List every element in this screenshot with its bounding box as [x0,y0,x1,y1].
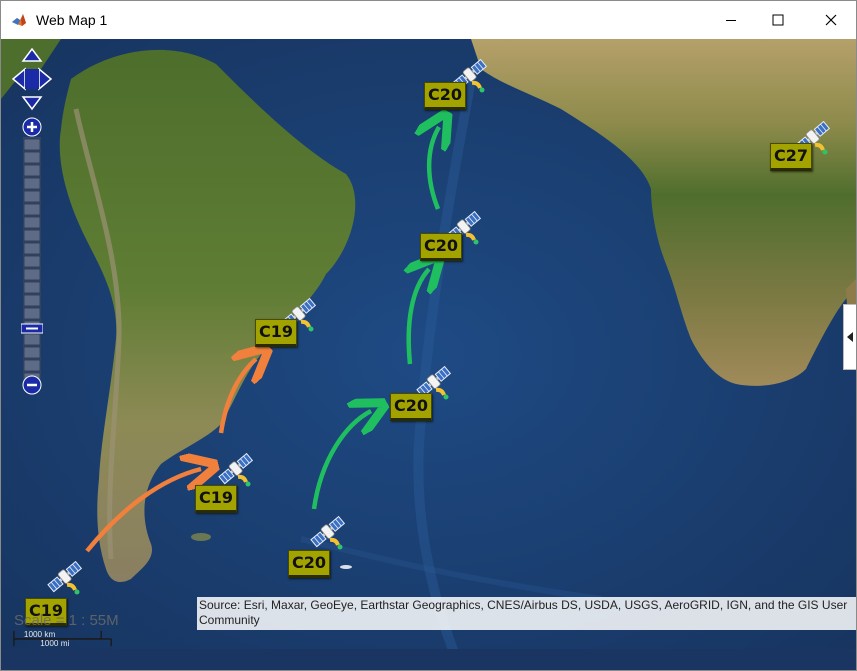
zoom-slider[interactable] [21,117,43,397]
minimize-icon [726,20,736,21]
maximize-icon [772,14,784,26]
scale-km-label: 1000 km [24,630,56,639]
pan-right-icon[interactable] [38,67,52,91]
marker-label[interactable]: C20 [420,233,463,261]
zoom-level-step[interactable] [23,346,41,359]
marker-label[interactable]: C19 [195,485,238,513]
route-arrow-orange-1 [85,469,201,553]
zoom-track[interactable] [23,138,41,385]
zoom-level-step[interactable] [23,281,41,294]
chevron-left-icon [847,332,853,342]
route-arrow-orange-2 [218,359,256,434]
route-arrow-green-2 [409,269,429,365]
zoom-level-step[interactable] [23,138,41,151]
title-bar[interactable]: Web Map 1 [1,1,856,39]
matlab-icon [12,14,26,26]
web-map-window: Web Map 1 C19 C19 C19 C20 C20 C20 C20 C2… [0,0,857,671]
window-title: Web Map 1 [36,12,108,28]
maximize-button[interactable] [755,1,801,39]
route-arrow-green-1 [311,411,371,510]
zoom-level-step[interactable] [23,203,41,216]
marker-label[interactable]: C20 [288,550,331,578]
zoom-level-step[interactable] [23,242,41,255]
marker-label[interactable]: C19 [255,319,298,347]
pan-control[interactable] [12,47,52,111]
route-arrows [85,39,856,553]
pan-down-icon[interactable] [21,96,43,111]
zoom-level-step[interactable] [23,190,41,203]
panel-toggle-handle[interactable] [843,304,856,370]
zoom-level-step[interactable] [23,359,41,372]
close-icon [825,14,837,26]
satellite-icon[interactable] [308,512,348,552]
pan-up-icon[interactable] [21,47,43,62]
satellite-icon[interactable] [216,449,256,489]
satellite-icon[interactable] [45,557,85,597]
zoom-level-step[interactable] [23,307,41,320]
zoom-level-step[interactable] [23,333,41,346]
scale-mi-label: 1000 mi [40,639,69,648]
marker-label[interactable]: C20 [424,82,467,110]
marker-label[interactable]: C27 [770,143,813,171]
scale-bar: 1000 km 1000 mi [13,630,112,648]
zoom-level-step[interactable] [23,294,41,307]
zoom-level-step[interactable] [23,151,41,164]
zoom-level-step[interactable] [23,216,41,229]
scale-ratio: Scale = 1 : 55M [14,612,119,629]
minimize-button[interactable] [708,1,754,39]
zoom-level-step[interactable] [23,255,41,268]
zoom-level-step[interactable] [23,177,41,190]
map-canvas[interactable]: C19 C19 C19 C20 C20 C20 C20 C27 1000 km … [1,39,856,670]
marker-label[interactable]: C20 [390,393,433,421]
attribution-text: Source: Esri, Maxar, GeoEye, Earthstar G… [197,597,856,630]
zoom-level-step[interactable] [23,268,41,281]
zoom-level-step[interactable] [23,164,41,177]
zoom-level-step[interactable] [23,229,41,242]
pan-left-icon[interactable] [12,67,26,91]
close-button[interactable] [808,1,854,39]
route-arrow-green-3 [429,127,439,210]
